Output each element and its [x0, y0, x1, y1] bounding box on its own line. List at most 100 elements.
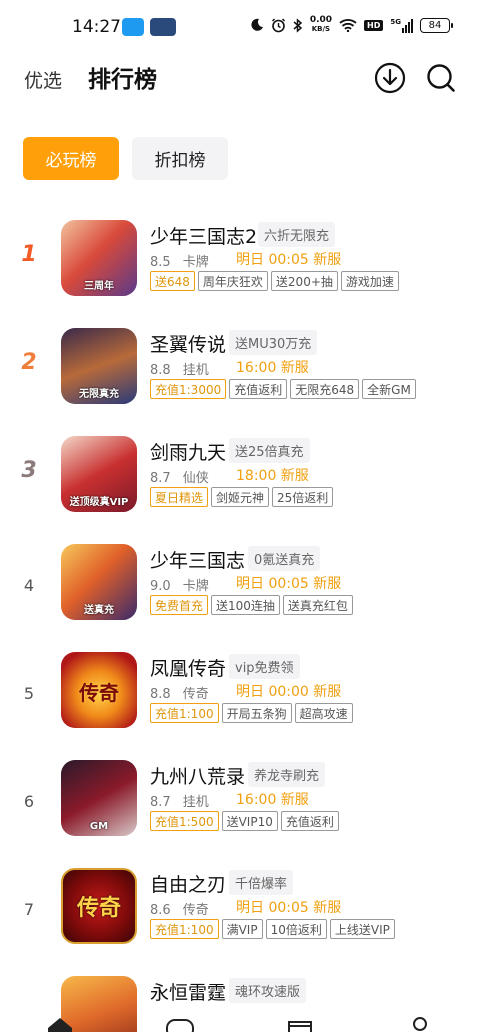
battery-indicator: 84	[420, 17, 453, 33]
release-time: 明日 00:05 新服	[236, 900, 342, 916]
game-title: 九州八荒录	[150, 766, 246, 788]
game-title: 剑雨九天	[150, 442, 227, 464]
tag: 夏日精选	[150, 487, 209, 507]
tab-ranking[interactable]: 排行榜	[88, 60, 157, 94]
game-row[interactable]: 3 送顶级真VIP 剑雨九天 送25倍真充 8.7 仙侠 18:00 新服 夏日精…	[0, 428, 480, 528]
tag: 送100连抽	[211, 595, 280, 615]
game-row[interactable]: 4 送真充 少年三国志 0氪送真充 9.0 卡牌 明日 00:05 新服 免费首充…	[0, 536, 480, 636]
thumbnail-label: 传奇	[76, 896, 121, 921]
wifi-icon	[339, 19, 357, 32]
promo-badge: 千倍爆率	[229, 870, 294, 895]
game-title: 永恒雷霆	[150, 982, 227, 1004]
thumbnail-label: 无限真充	[79, 389, 119, 400]
tag-list: 充值1:100 满VIP 10倍返利 上线送VIP	[150, 919, 395, 939]
signal-label: 5G	[390, 17, 401, 26]
profile-icon[interactable]	[405, 1014, 435, 1032]
thumbnail-label: 传奇	[79, 681, 119, 705]
game-title: 圣翼传说	[150, 334, 227, 356]
score: 8.7	[150, 471, 171, 486]
tab-featured[interactable]: 优选	[24, 66, 62, 93]
score: 8.8	[150, 687, 171, 702]
bottom-tab-bar	[0, 1012, 480, 1032]
tag: 充值1:500	[150, 811, 219, 831]
rank-number: 3	[21, 458, 37, 483]
tag-list: 送648 周年庆狂欢 送200+抽 游戏加速	[150, 271, 399, 291]
tag-list: 充值1:3000 充值返利 无限充648 全新GM	[150, 379, 416, 399]
tag-list: 夏日精选 剑姬元神 25倍返利	[150, 487, 334, 507]
game-row[interactable]: 6 GM 九州八荒录 养龙寺刷充 8.7 挂机 16:00 新服 充值1:500 …	[0, 752, 480, 852]
release-time: 16:00 新服	[236, 792, 309, 808]
tag: 游戏加速	[340, 271, 399, 291]
game-row[interactable]: 1 三周年 少年三国志2 六折无限充 8.5 卡牌 明日 00:05 新服 送64…	[0, 212, 480, 312]
status-time: 14:27	[72, 17, 121, 37]
tab-discount[interactable]: 折扣榜	[132, 137, 228, 180]
game-thumbnail[interactable]: 传奇	[61, 868, 137, 944]
tag: 超高攻速	[294, 703, 353, 723]
tag: 全新GM	[362, 379, 416, 399]
tag: 送648	[150, 271, 195, 291]
game-thumbnail[interactable]: 无限真充	[61, 328, 137, 404]
gamepad-icon[interactable]	[165, 1014, 195, 1032]
tag: 充值返利	[229, 379, 288, 399]
game-title: 自由之刃	[150, 874, 227, 896]
signal-bar-icon	[402, 27, 404, 33]
game-thumbnail[interactable]: 传奇	[61, 652, 137, 728]
genre: 挂机	[182, 363, 209, 378]
search-icon[interactable]	[425, 62, 457, 94]
tag: 充值1:100	[150, 703, 219, 723]
tag: 10倍返利	[265, 919, 327, 939]
promo-badge: 魂环攻速版	[229, 978, 307, 1003]
game-thumbnail[interactable]: 送真充	[61, 544, 137, 620]
game-title: 凤凰传奇	[150, 658, 227, 680]
promo-badge: vip免费领	[229, 654, 300, 679]
genre: 卡牌	[182, 255, 209, 270]
game-meta: 8.5 卡牌	[150, 251, 209, 270]
tag: 周年庆狂欢	[197, 271, 268, 291]
genre: 挂机	[182, 795, 209, 810]
app-notification-icon	[150, 18, 176, 36]
game-meta: 8.7 挂机	[150, 791, 209, 810]
tag-list: 充值1:100 开局五条狗 超高攻速	[150, 703, 353, 723]
gift-icon[interactable]	[285, 1014, 315, 1032]
thumbnail-label: GM	[89, 821, 109, 832]
tag: 送200+抽	[270, 271, 338, 291]
promo-badge: 送25倍真充	[229, 438, 310, 463]
release-time: 明日 00:05 新服	[236, 576, 342, 592]
thumbnail-label: 送顶级真VIP	[69, 497, 129, 508]
genre: 传奇	[182, 687, 209, 702]
game-meta: 8.8 传奇	[150, 683, 209, 702]
game-meta: 8.8 挂机	[150, 359, 209, 378]
release-time: 明日 00:00 新服	[236, 684, 342, 700]
tab-must-play[interactable]: 必玩榜	[23, 137, 119, 180]
game-row[interactable]: 7 传奇 自由之刃 千倍爆率 8.6 传奇 明日 00:05 新服 充值1:100…	[0, 860, 480, 960]
promo-badge: 0氪送真充	[248, 546, 321, 571]
game-row[interactable]: 2 无限真充 圣翼传说 送MU30万充 8.8 挂机 16:00 新服 充值1:3…	[0, 320, 480, 420]
rank-number: 1	[21, 242, 37, 267]
game-row[interactable]: 5 传奇 凤凰传奇 vip免费领 8.8 传奇 明日 00:00 新服 充值1:1…	[0, 644, 480, 744]
tag: 无限充648	[290, 379, 360, 399]
score: 8.5	[150, 255, 171, 270]
release-time: 16:00 新服	[236, 360, 309, 376]
status-bar: 14:27 0.00 KB/S HD 5G 84	[0, 0, 480, 52]
game-thumbnail[interactable]: 三周年	[61, 220, 137, 296]
game-thumbnail[interactable]: 送顶级真VIP	[61, 436, 137, 512]
promo-badge: 养龙寺刷充	[248, 762, 326, 787]
signal-strength: 5G	[390, 18, 413, 33]
net-speed-unit: KB/S	[311, 25, 331, 33]
header: 优选 排行榜	[0, 56, 480, 102]
game-meta: 8.6 传奇	[150, 899, 209, 918]
tag-list: 充值1:500 送VIP10 充值返利	[150, 811, 339, 831]
home-icon[interactable]	[45, 1014, 75, 1032]
battery-level: 84	[428, 19, 442, 31]
net-speed-value: 0.00	[309, 15, 333, 25]
game-title: 少年三国志	[150, 550, 246, 572]
game-title: 少年三国志2	[150, 226, 258, 248]
genre: 仙侠	[182, 471, 209, 486]
game-thumbnail[interactable]: GM	[61, 760, 137, 836]
thumbnail-label: 送真充	[84, 605, 114, 616]
rank-number: 4	[23, 576, 35, 595]
moon-icon	[251, 18, 263, 31]
tag: 满VIP	[221, 919, 263, 939]
download-icon[interactable]	[374, 62, 406, 94]
tag: 充值1:3000	[150, 379, 227, 399]
